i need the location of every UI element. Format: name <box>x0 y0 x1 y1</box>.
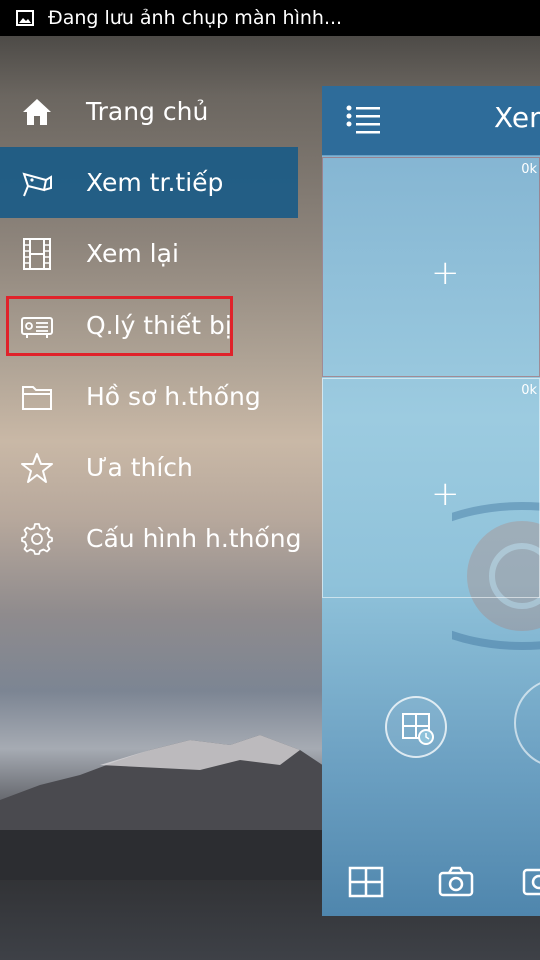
grid-clock-icon <box>402 713 434 745</box>
video-cell-1[interactable]: 0k + <box>322 157 540 377</box>
menu-item-system-records[interactable]: Hồ sơ h.thống <box>0 361 298 432</box>
home-icon <box>23 98 51 125</box>
live-camera-icon <box>22 172 52 196</box>
ptz-control-button[interactable] <box>514 678 540 768</box>
menu-item-label: Xem tr.tiếp <box>86 168 224 197</box>
menu-item-label: Cấu hình h.thống <box>86 524 302 553</box>
layout-schedule-button[interactable] <box>385 696 447 758</box>
menu-item-system-settings[interactable]: Cấu hình h.thống <box>0 503 302 574</box>
bitrate-label: 0k <box>521 162 537 177</box>
menu-item-live-view[interactable]: Xem tr.tiếp <box>0 147 298 218</box>
add-camera-icon[interactable]: + <box>431 477 460 511</box>
live-view-panel: Xem 0k + 0k + <box>322 86 540 916</box>
side-drawer-menu: Trang chủ Xem tr.tiếp Xem lại Q.lý thiết… <box>0 0 320 960</box>
settings-gear-icon <box>21 522 53 555</box>
video-cell-2[interactable]: 0k + <box>322 378 540 598</box>
menu-item-playback[interactable]: Xem lại <box>0 218 298 289</box>
list-menu-icon[interactable] <box>346 104 382 134</box>
menu-item-label: Ưa thích <box>86 453 193 482</box>
grid-layout-icon[interactable] <box>348 866 384 898</box>
highlight-annotation-box <box>6 296 233 356</box>
star-icon <box>21 452 53 483</box>
camera-snapshot-icon[interactable] <box>438 866 474 898</box>
add-camera-icon[interactable]: + <box>431 256 460 290</box>
menu-item-label: Hồ sơ h.thống <box>86 382 261 411</box>
panel-header: Xem <box>322 86 540 156</box>
menu-item-label: Trang chủ <box>86 97 209 126</box>
bitrate-label: 0k <box>521 383 537 398</box>
film-strip-icon <box>23 237 51 270</box>
menu-item-label: Xem lại <box>86 239 179 268</box>
menu-item-home[interactable]: Trang chủ <box>0 76 298 147</box>
folder-icon <box>22 385 52 410</box>
record-icon[interactable] <box>522 866 540 898</box>
panel-title: Xem <box>494 101 540 134</box>
menu-item-favorites[interactable]: Ưa thích <box>0 432 298 503</box>
